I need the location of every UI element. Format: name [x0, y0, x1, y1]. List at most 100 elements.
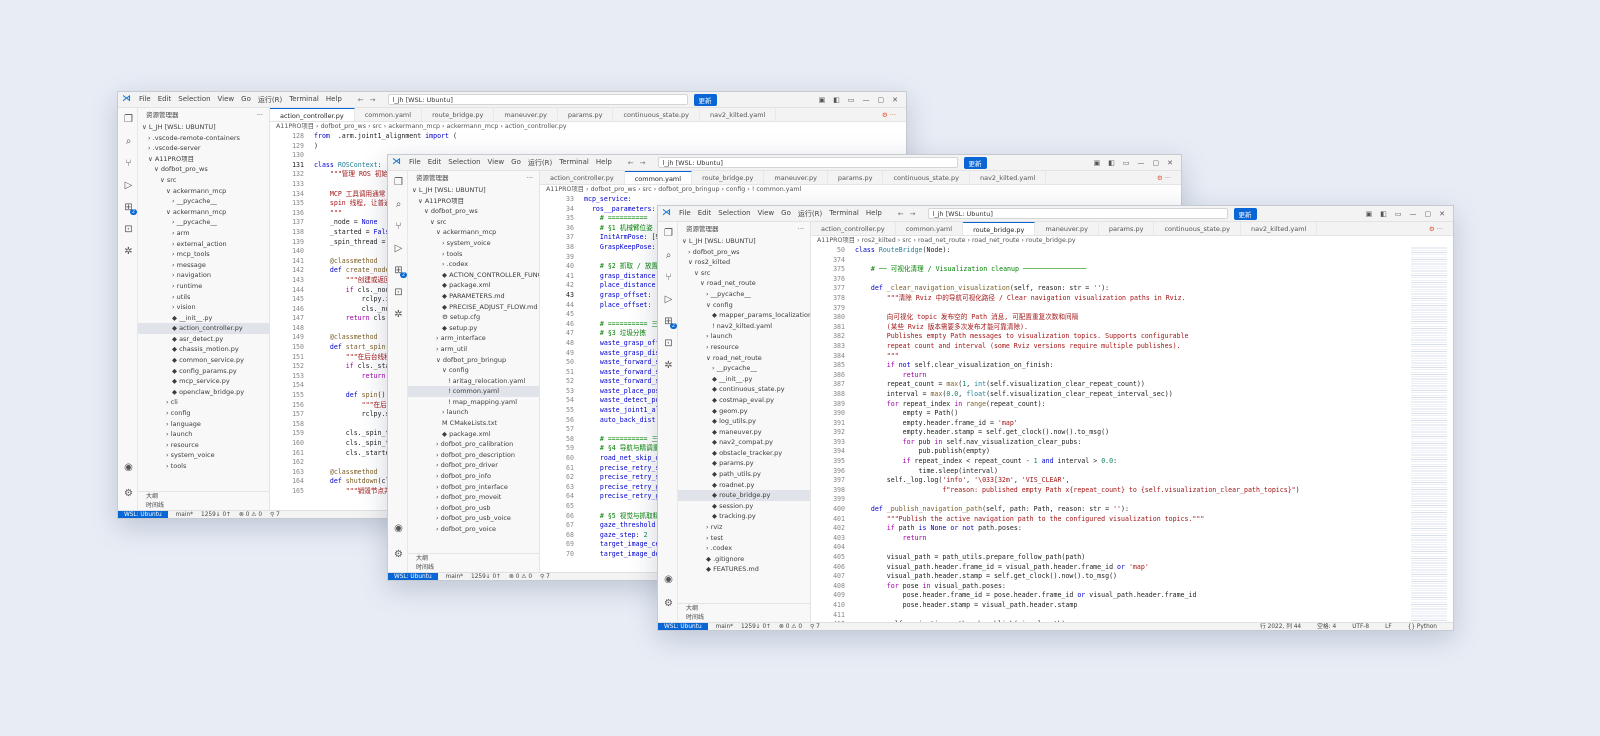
manage-gear-icon[interactable]: ⚙	[123, 488, 134, 499]
code-line[interactable]: empty.header.stamp = self.get_clock().no…	[855, 428, 1403, 438]
tree-item[interactable]: ◆ common_service.py	[138, 355, 269, 366]
tree-item[interactable]: ◆ continuous_state.py	[678, 384, 810, 395]
menu-item[interactable]: Terminal	[829, 209, 859, 219]
tree-item[interactable]: ∨ A11PRO项目	[138, 154, 269, 165]
tree-item[interactable]: ∨ dofbot_pro_ws	[408, 206, 539, 217]
code-line[interactable]: # ── 可视化清理 / Visualization cleanup ─────…	[855, 265, 1403, 275]
tree-item[interactable]: ∨ L_JH [WSL: UBUNTU]	[408, 185, 539, 196]
tree-item[interactable]: ∨ ackermann_mcp	[138, 186, 269, 197]
remote-explorer-icon[interactable]: ⊡	[663, 338, 674, 349]
tree-item[interactable]: › .vscode-server	[138, 143, 269, 154]
extensions-icon[interactable]: ⊞ 2	[393, 265, 407, 278]
menu-item[interactable]: Selection	[718, 209, 750, 219]
code-line[interactable]: Publishes empty Path messages to visuali…	[855, 332, 1403, 342]
editor-tab[interactable]: common.yaml	[355, 108, 423, 121]
tree-item[interactable]: › mcp_tools	[138, 249, 269, 260]
menu-item[interactable]: 运行(R)	[798, 209, 822, 219]
tree-item[interactable]: › arm	[138, 228, 269, 239]
tree-item[interactable]: ! common.yaml	[408, 386, 539, 397]
code-line[interactable]: time.sleep(interval)	[855, 467, 1403, 477]
code-line[interactable]: (某些 Rviz 版本需要多次发布才能可靠清除).	[855, 323, 1403, 333]
tree-item[interactable]: ∨ ackermann_mcp	[138, 207, 269, 218]
minimap[interactable]	[1411, 246, 1447, 622]
tree-item[interactable]: › dofbot_pro_description	[408, 450, 539, 461]
search-icon[interactable]: ⌕	[123, 136, 134, 147]
code-line[interactable]: visual_path.header.stamp = self.get_cloc…	[855, 572, 1403, 582]
git-sync[interactable]: 1259↓ 0↑	[201, 511, 231, 518]
menu-item[interactable]: File	[409, 158, 421, 168]
code-line[interactable]: visual_path.header.frame_id = visual_pat…	[855, 563, 1403, 573]
tree-item[interactable]: › tools	[408, 249, 539, 260]
tree-item[interactable]: › __pycache__	[678, 363, 810, 374]
editor-tab[interactable]: maneuver.py	[1035, 222, 1099, 235]
tree-item[interactable]: › .vscode-remote-containers	[138, 133, 269, 144]
explorer-icon[interactable]: ❐	[123, 114, 134, 125]
tree-item[interactable]: › language	[138, 419, 269, 430]
tree-item[interactable]: › tools	[138, 461, 269, 472]
code-line[interactable]: for pose in visual_path.poses:	[855, 582, 1403, 592]
tree-item[interactable]: ∨ ros2_kilted	[678, 257, 810, 268]
editor-actions-icon[interactable]: ⚙ ···	[1147, 171, 1181, 184]
account-icon[interactable]: ◉	[123, 462, 134, 473]
menu-item[interactable]: Selection	[178, 95, 210, 105]
outline-section[interactable]: 大纲	[408, 554, 539, 563]
tree-item[interactable]: ◆ tracking.py	[678, 511, 810, 522]
timeline-section[interactable]: 时间线	[138, 501, 269, 510]
problems-count[interactable]: ⊗ 0 ⚠ 0	[239, 511, 262, 518]
code-line[interactable]: return	[855, 534, 1403, 544]
menu-item[interactable]: Terminal	[289, 95, 319, 105]
outline-section[interactable]: 大纲	[678, 604, 810, 613]
tree-item[interactable]: › navigation	[138, 270, 269, 281]
code-line[interactable]	[855, 304, 1403, 314]
tree-item[interactable]: › external_action	[138, 239, 269, 250]
tree-item[interactable]: › dofbot_pro_usb	[408, 503, 539, 514]
menu-item[interactable]: 运行(R)	[528, 158, 552, 168]
code-line[interactable]: """	[855, 352, 1403, 362]
tree-item[interactable]: ◆ package.xml	[408, 280, 539, 291]
close-icon[interactable]: ✕	[892, 96, 898, 104]
remote-indicator[interactable]: WSL: Ubuntu	[388, 573, 438, 580]
code-line[interactable]: """清除 Rviz 中的导航可视化路径 / Clear navigation …	[855, 294, 1403, 304]
code-line[interactable]: empty = Path()	[855, 409, 1403, 419]
tree-item[interactable]: ◆ params.py	[678, 458, 810, 469]
run-debug-icon[interactable]: ▷	[393, 243, 404, 254]
tree-item[interactable]: ◆ path_utils.py	[678, 469, 810, 480]
code-line[interactable]: 向可视化 topic 发布空的 Path 消息, 可配置重复次数和间隔	[855, 313, 1403, 323]
sidebar-toggle-icon[interactable]: ◧	[833, 96, 840, 104]
run-debug-icon[interactable]: ▷	[663, 294, 674, 305]
menu-item[interactable]: Terminal	[559, 158, 589, 168]
git-sync[interactable]: 1259↓ 0↑	[741, 623, 771, 630]
menu-item[interactable]: Edit	[428, 158, 442, 168]
status-item[interactable]: UTF-8	[1352, 623, 1369, 630]
timeline-section[interactable]: 时间线	[408, 563, 539, 572]
tree-item[interactable]: ! map_mapping.yaml	[408, 397, 539, 408]
tree-item[interactable]: › system_voice	[408, 238, 539, 249]
tree-item[interactable]: › dofbot_pro_voice	[408, 524, 539, 535]
editor-tab[interactable]: nav2_kilted.yaml	[1241, 222, 1318, 235]
tree-item[interactable]: ◆ __init__.py	[138, 313, 269, 324]
tree-item[interactable]: › launch	[408, 407, 539, 418]
tree-item[interactable]: › __pycache__	[138, 196, 269, 207]
tree-item[interactable]: ◆ chassis_motion.py	[138, 344, 269, 355]
source-control-icon[interactable]: ⑂	[123, 158, 134, 169]
tree-item[interactable]: ∨ src	[138, 175, 269, 186]
tree-item[interactable]: › cli	[138, 397, 269, 408]
status-item[interactable]: LF	[1385, 623, 1392, 630]
tree-item[interactable]: ∨ dofbot_pro_bringup	[408, 355, 539, 366]
menu-item[interactable]: Selection	[448, 158, 480, 168]
tree-item[interactable]: ◆ roadnet.py	[678, 480, 810, 491]
outline-section[interactable]: 大纲	[138, 492, 269, 501]
problems-count[interactable]: ⊗ 0 ⚠ 0	[779, 623, 802, 630]
nav-arrows-icon[interactable]: ←→	[358, 96, 382, 104]
tree-item[interactable]: › utils	[138, 292, 269, 303]
tree-item[interactable]: › dofbot_pro_moveit	[408, 492, 539, 503]
tree-item[interactable]: ◆ session.py	[678, 501, 810, 512]
manage-gear-icon[interactable]: ⚙	[393, 549, 404, 560]
tree-item[interactable]: › resource	[138, 440, 269, 451]
layout-icon[interactable]: ▣	[819, 96, 826, 104]
problems-count[interactable]: ⊗ 0 ⚠ 0	[509, 573, 532, 580]
editor-tab[interactable]: action_controller.py	[270, 108, 355, 121]
ports-count[interactable]: ⚲ 7	[540, 573, 550, 580]
update-button[interactable]: 更新	[1233, 207, 1257, 220]
account-icon[interactable]: ◉	[393, 523, 404, 534]
